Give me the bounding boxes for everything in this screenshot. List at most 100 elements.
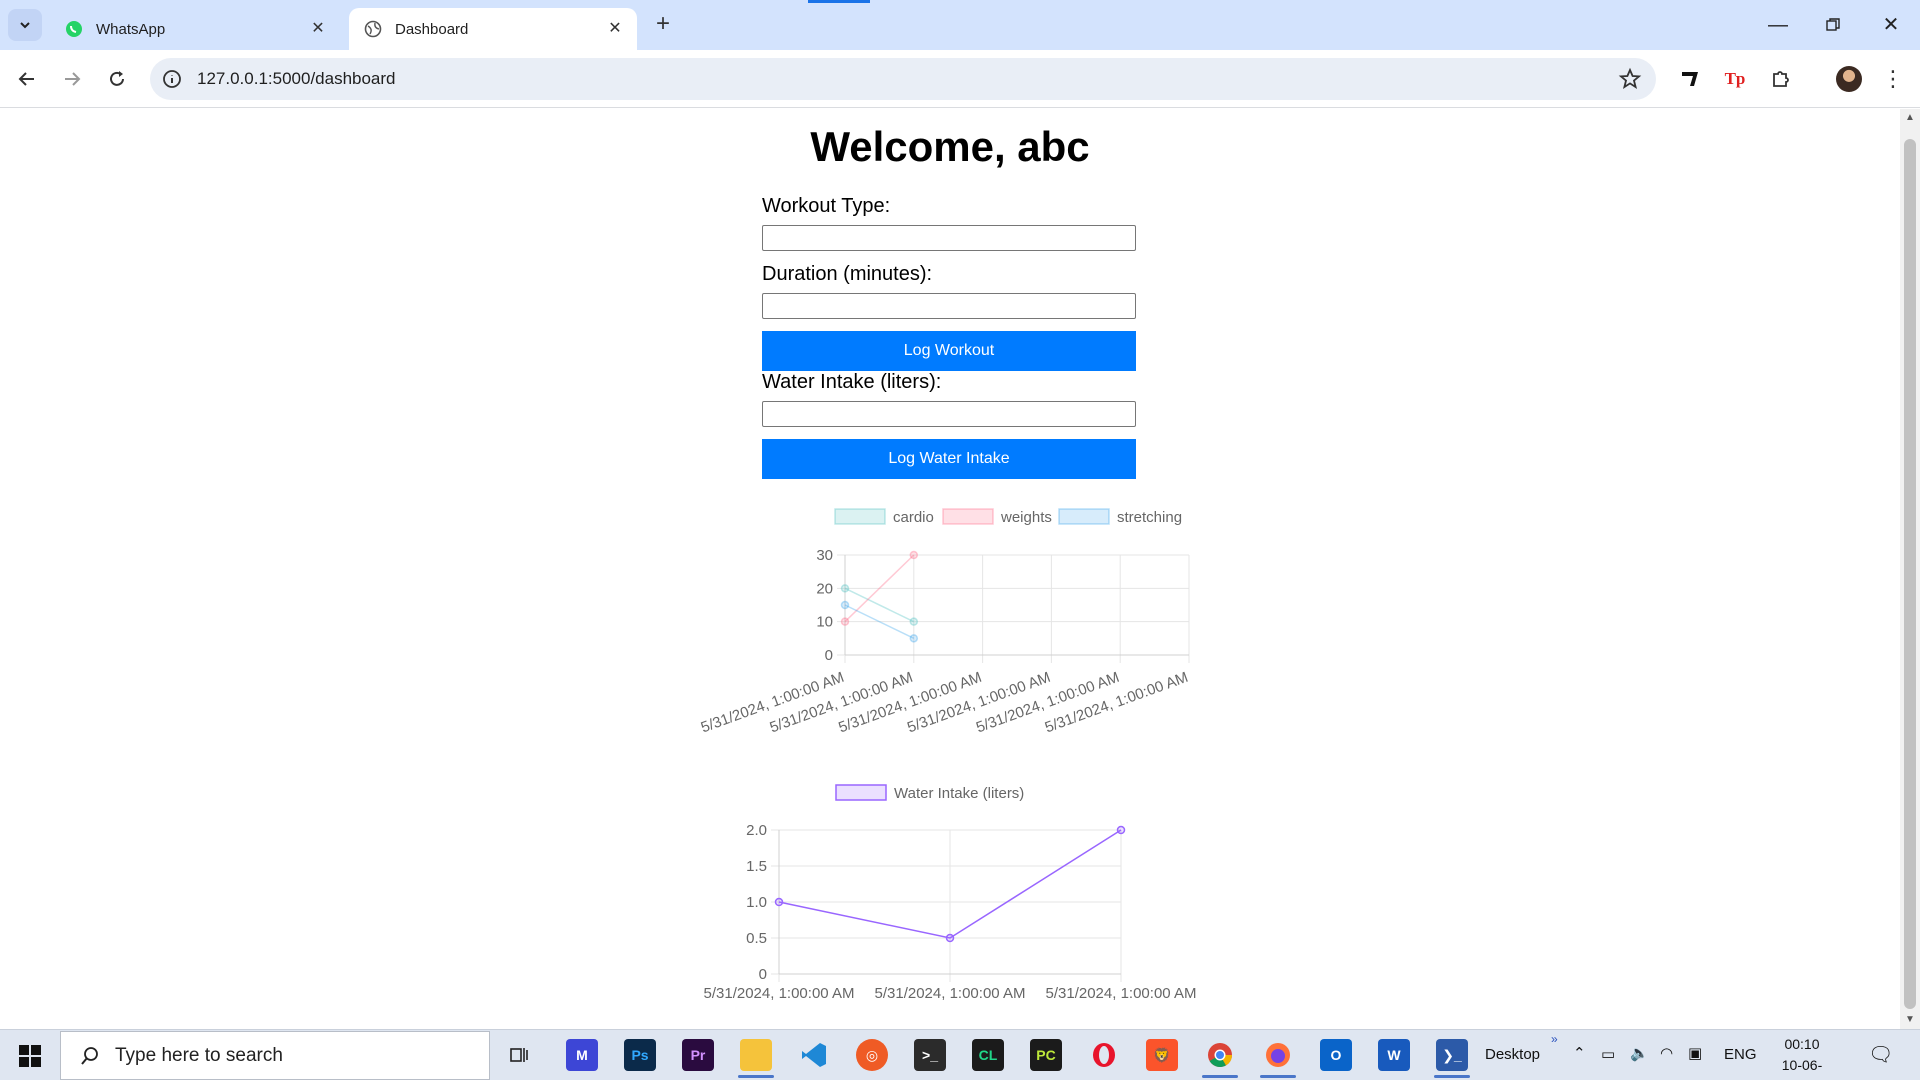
firefox-icon[interactable] (1262, 1039, 1294, 1071)
battery-icon[interactable]: ▭ (1601, 1045, 1615, 1063)
address-bar[interactable]: 127.0.0.1:5000/dashboard (150, 58, 1656, 100)
clion-icon[interactable]: CL (972, 1039, 1004, 1071)
whatsapp-icon (64, 19, 84, 39)
reload-button[interactable] (101, 63, 133, 95)
y-tick-label: 10 (816, 614, 833, 631)
outlook-icon[interactable]: O (1320, 1039, 1352, 1071)
taskbar-clock[interactable]: 00:10 10-06-2024 (1767, 1034, 1837, 1080)
info-icon[interactable] (162, 69, 182, 89)
premiere-icon[interactable]: Pr (682, 1039, 714, 1071)
notifications-icon[interactable]: 🗨 (1868, 1042, 1893, 1067)
desktop-toolbar-label[interactable]: Desktop (1485, 1046, 1540, 1063)
restore-icon[interactable] (1818, 10, 1848, 40)
chrome-icon[interactable] (1204, 1039, 1236, 1071)
page-viewport: Welcome, abc Workout Type: Duration (min… (0, 109, 1900, 1029)
data-point[interactable] (840, 584, 850, 593)
legend-label[interactable]: stretching (1117, 509, 1182, 526)
chevron-up-icon[interactable]: ⌃ (1573, 1044, 1586, 1062)
x-tick-label: 5/31/2024, 1:00:00 AM (704, 985, 855, 1002)
tab-dashboard[interactable]: Dashboard ✕ (349, 8, 637, 50)
minimize-icon[interactable]: — (1763, 10, 1793, 40)
data-point[interactable] (945, 933, 955, 943)
y-tick-label: 0 (825, 647, 833, 664)
search-icon (81, 1046, 98, 1065)
legend-swatch-weights[interactable] (942, 508, 994, 525)
star-icon[interactable] (1618, 67, 1642, 91)
legend-label[interactable]: weights (1000, 509, 1052, 526)
clock-time: 00:10 (1784, 1036, 1820, 1052)
water-intake-input[interactable] (762, 401, 1136, 427)
legend-label[interactable]: cardio (893, 509, 934, 526)
close-window-icon[interactable]: ✕ (1876, 10, 1906, 40)
y-tick-label: 1.0 (746, 894, 767, 911)
scroll-down-icon[interactable]: ▼ (1905, 1015, 1915, 1025)
page-scrollbar[interactable]: ▲ ▼ (1900, 109, 1920, 1029)
tab-whatsapp[interactable]: WhatsApp ✕ (50, 8, 340, 50)
data-point[interactable] (840, 600, 850, 610)
water-intake-label: Water Intake (liters): (762, 371, 942, 393)
postman-icon[interactable]: ◎ (856, 1039, 888, 1071)
browser-toolbar: 127.0.0.1:5000/dashboard Tp ⋮ (0, 50, 1920, 108)
data-point[interactable] (840, 617, 850, 626)
series-line-cardio (844, 587, 915, 623)
new-tab-button[interactable]: + (650, 12, 676, 38)
x-tick-label: 5/31/2024, 1:00:00 AM (875, 985, 1026, 1002)
volume-icon[interactable]: 🔈 (1630, 1044, 1649, 1062)
taskbar: Type here to search M Ps Pr ◎ >_ CL PC 🦁… (0, 1029, 1920, 1080)
word-icon[interactable]: W (1378, 1039, 1410, 1071)
forward-button[interactable] (56, 63, 88, 95)
y-tick-label: 30 (816, 547, 833, 564)
pycharm-icon[interactable]: PC (1030, 1039, 1062, 1071)
data-point[interactable] (1116, 825, 1126, 835)
wifi-icon[interactable]: ◠ (1660, 1044, 1673, 1062)
windows-start-icon[interactable] (18, 1044, 42, 1068)
workout-chart: cardio weights stretching01020305/31/2024,… (699, 508, 1190, 736)
toolbar-expand-icon[interactable]: » (1551, 1032, 1558, 1046)
legend-swatch-cardio[interactable] (834, 508, 886, 525)
close-icon[interactable]: ✕ (308, 19, 328, 39)
extension-icon[interactable] (1677, 66, 1703, 92)
legend-label[interactable]: Water Intake (liters) (894, 785, 1024, 802)
textpad-extension-icon[interactable]: Tp (1722, 66, 1748, 92)
duration-label: Duration (minutes): (762, 263, 933, 285)
back-button[interactable] (11, 63, 43, 95)
data-point[interactable] (909, 617, 919, 626)
url-text[interactable]: 127.0.0.1:5000/dashboard (197, 69, 396, 89)
file-explorer-icon[interactable] (740, 1039, 772, 1071)
task-view-icon[interactable] (503, 1039, 535, 1071)
tab-strip: WhatsApp ✕ Dashboard ✕ + — ✕ (0, 0, 1920, 50)
legend-swatch-stretching[interactable] (1058, 508, 1110, 525)
search-placeholder: Type here to search (115, 1044, 283, 1066)
language-indicator[interactable]: ENG (1724, 1046, 1757, 1063)
duration-input[interactable] (762, 293, 1136, 319)
powershell-icon[interactable]: ❯_ (1436, 1039, 1468, 1071)
data-point[interactable] (909, 550, 919, 560)
avatar[interactable] (1836, 66, 1862, 92)
opera-icon[interactable] (1088, 1039, 1120, 1071)
scroll-up-icon[interactable]: ▲ (1905, 113, 1915, 123)
data-point[interactable] (909, 634, 919, 643)
scrollbar-thumb[interactable] (1904, 139, 1916, 1009)
water-intake-chart: Water Intake (liters) 0 0.5 1.0 1.5 2.0 5/31/2… (704, 784, 1196, 1002)
globe-icon (363, 19, 383, 39)
taskbar-search[interactable]: Type here to search (60, 1031, 490, 1080)
more-menu-icon[interactable]: ⋮ (1882, 64, 1904, 94)
data-point[interactable] (774, 897, 784, 907)
log-workout-button[interactable]: Log Workout (762, 331, 1136, 371)
tab-title: WhatsApp (96, 20, 166, 38)
photoshop-icon[interactable]: Ps (624, 1039, 656, 1071)
brave-icon[interactable]: 🦁 (1146, 1039, 1178, 1071)
puzzle-icon[interactable] (1768, 66, 1794, 92)
workout-type-input[interactable] (762, 225, 1136, 251)
terminal-icon[interactable]: >_ (914, 1039, 946, 1071)
display-icon[interactable]: ▣ (1688, 1044, 1702, 1062)
tab-search-button[interactable] (8, 9, 42, 41)
arrow-right-icon (65, 72, 81, 86)
vscode-icon[interactable] (798, 1039, 830, 1071)
legend-swatch-water-intake-liters-[interactable] (835, 784, 887, 801)
mathpix-icon[interactable]: M (566, 1039, 598, 1071)
log-water-button[interactable]: Log Water Intake (762, 439, 1136, 479)
y-tick-label: 2.0 (746, 822, 767, 839)
workout-type-label: Workout Type: (762, 195, 891, 217)
close-icon[interactable]: ✕ (605, 19, 625, 39)
